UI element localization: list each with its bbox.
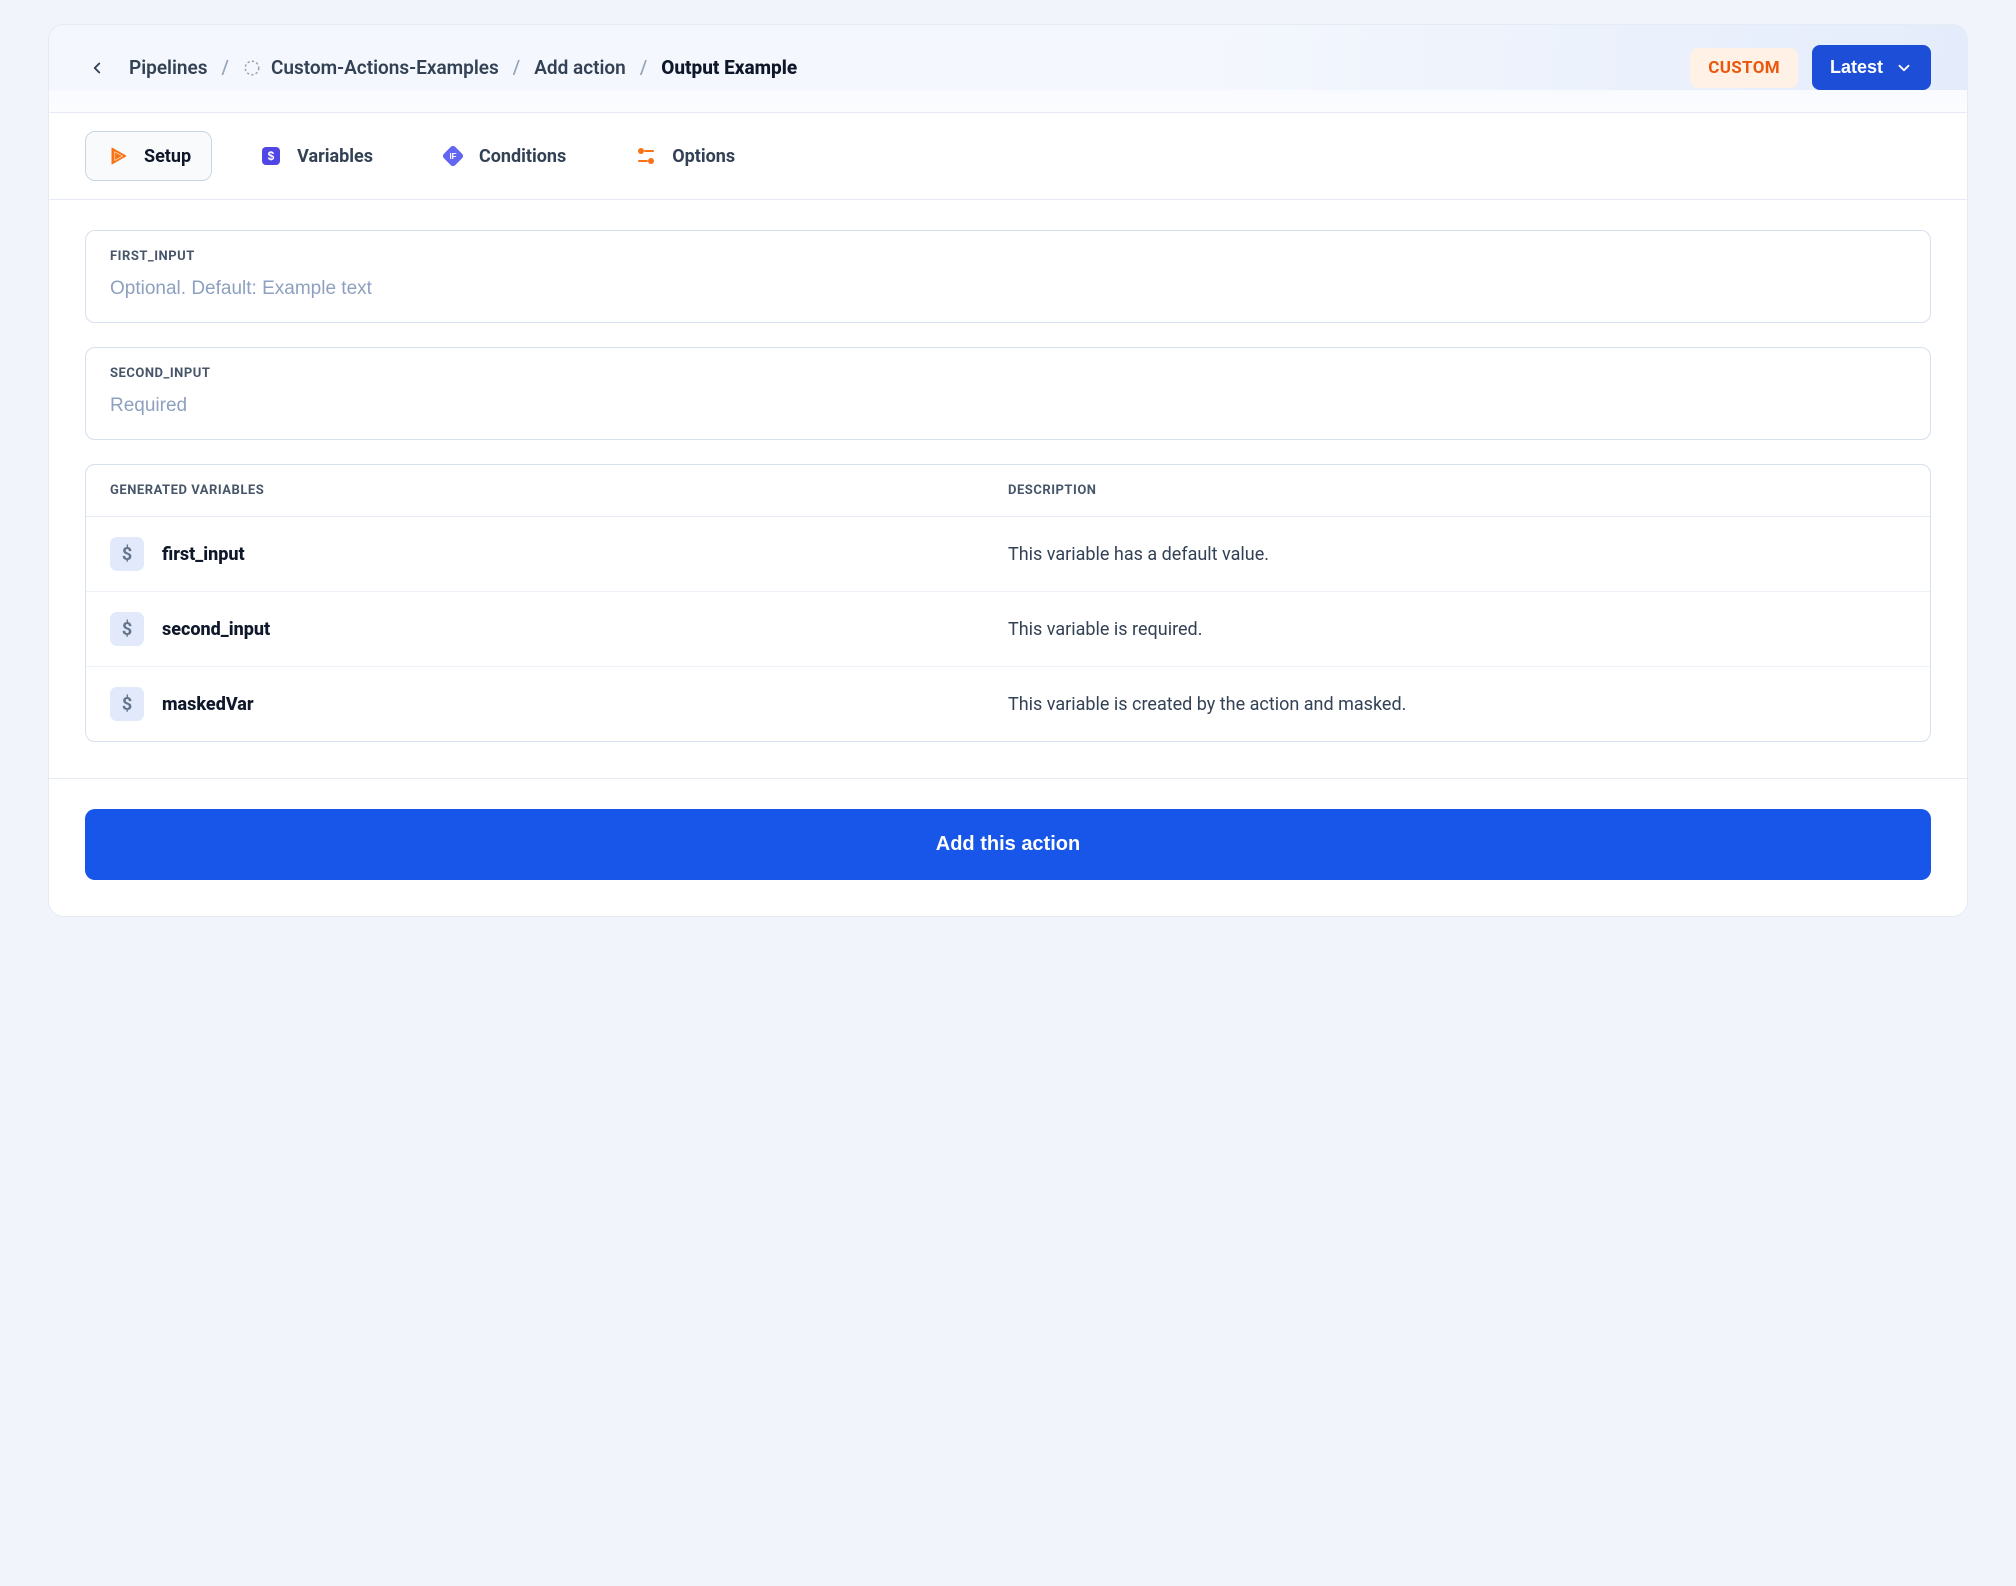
table-row: $ first_input This variable has a defaul… [86, 517, 1930, 592]
back-icon[interactable] [85, 56, 109, 80]
breadcrumb-repo-label: Custom-Actions-Examples [271, 56, 499, 79]
breadcrumb: Pipelines / Custom-Actions-Examples / Ad… [85, 56, 797, 80]
options-icon [634, 144, 658, 168]
breadcrumb-separator: / [513, 56, 520, 79]
breadcrumb-separator: / [222, 56, 229, 79]
breadcrumb-separator: / [640, 56, 647, 79]
generated-variables-table: GENERATED VARIABLES DESCRIPTION $ first_… [85, 464, 1931, 742]
field-first-input: FIRST_INPUT [85, 230, 1931, 323]
field-second-input: SECOND_INPUT [85, 347, 1931, 440]
breadcrumb-pipelines[interactable]: Pipelines [129, 56, 208, 79]
repo-dashed-circle-icon [243, 59, 261, 77]
svg-text:IF: IF [449, 152, 456, 161]
header-actions: CUSTOM Latest [1690, 45, 1931, 90]
content-area: FIRST_INPUT SECOND_INPUT GENERATED VARIA… [49, 200, 1967, 742]
generated-var-name: first_input [162, 544, 245, 565]
tabs-bar: Setup $ Variables IF Conditions Options [49, 112, 1967, 200]
tab-options[interactable]: Options [613, 131, 756, 181]
svg-text:$: $ [268, 149, 275, 163]
add-this-action-button[interactable]: Add this action [85, 809, 1931, 880]
card-header: Pipelines / Custom-Actions-Examples / Ad… [49, 25, 1967, 90]
conditions-icon: IF [441, 144, 465, 168]
version-label: Latest [1830, 57, 1883, 78]
tab-variables-label: Variables [297, 146, 373, 167]
tab-conditions[interactable]: IF Conditions [420, 131, 587, 181]
dollar-icon: $ [110, 687, 144, 721]
generated-var-name: second_input [162, 619, 270, 640]
breadcrumb-add-action[interactable]: Add action [534, 56, 626, 79]
breadcrumb-current: Output Example [661, 56, 797, 79]
col-header-desc: DESCRIPTION [1008, 483, 1906, 498]
dollar-icon: $ [110, 612, 144, 646]
footer: Add this action [49, 778, 1967, 916]
variables-icon: $ [259, 144, 283, 168]
generated-var-name: maskedVar [162, 694, 254, 715]
second-input-label: SECOND_INPUT [110, 366, 1906, 381]
first-input-label: FIRST_INPUT [110, 249, 1906, 264]
tab-options-label: Options [672, 146, 735, 167]
tab-variables[interactable]: $ Variables [238, 131, 394, 181]
action-config-card: Pipelines / Custom-Actions-Examples / Ad… [48, 24, 1968, 917]
tab-conditions-label: Conditions [479, 146, 566, 167]
version-dropdown[interactable]: Latest [1812, 45, 1931, 90]
generated-variables-header: GENERATED VARIABLES DESCRIPTION [86, 465, 1930, 517]
generated-var-desc: This variable has a default value. [1008, 544, 1906, 565]
tab-setup-label: Setup [144, 146, 191, 167]
generated-var-desc: This variable is created by the action a… [1008, 694, 1906, 715]
table-row: $ maskedVar This variable is created by … [86, 667, 1930, 741]
table-row: $ second_input This variable is required… [86, 592, 1930, 667]
chevron-down-icon [1895, 59, 1913, 77]
dollar-icon: $ [110, 537, 144, 571]
tab-setup[interactable]: Setup [85, 131, 212, 181]
custom-badge: CUSTOM [1690, 48, 1798, 88]
col-header-name: GENERATED VARIABLES [110, 483, 1008, 498]
first-input-field[interactable] [110, 278, 1906, 300]
second-input-field[interactable] [110, 395, 1906, 417]
play-icon [106, 144, 130, 168]
generated-var-desc: This variable is required. [1008, 619, 1906, 640]
breadcrumb-repo[interactable]: Custom-Actions-Examples [243, 56, 499, 79]
